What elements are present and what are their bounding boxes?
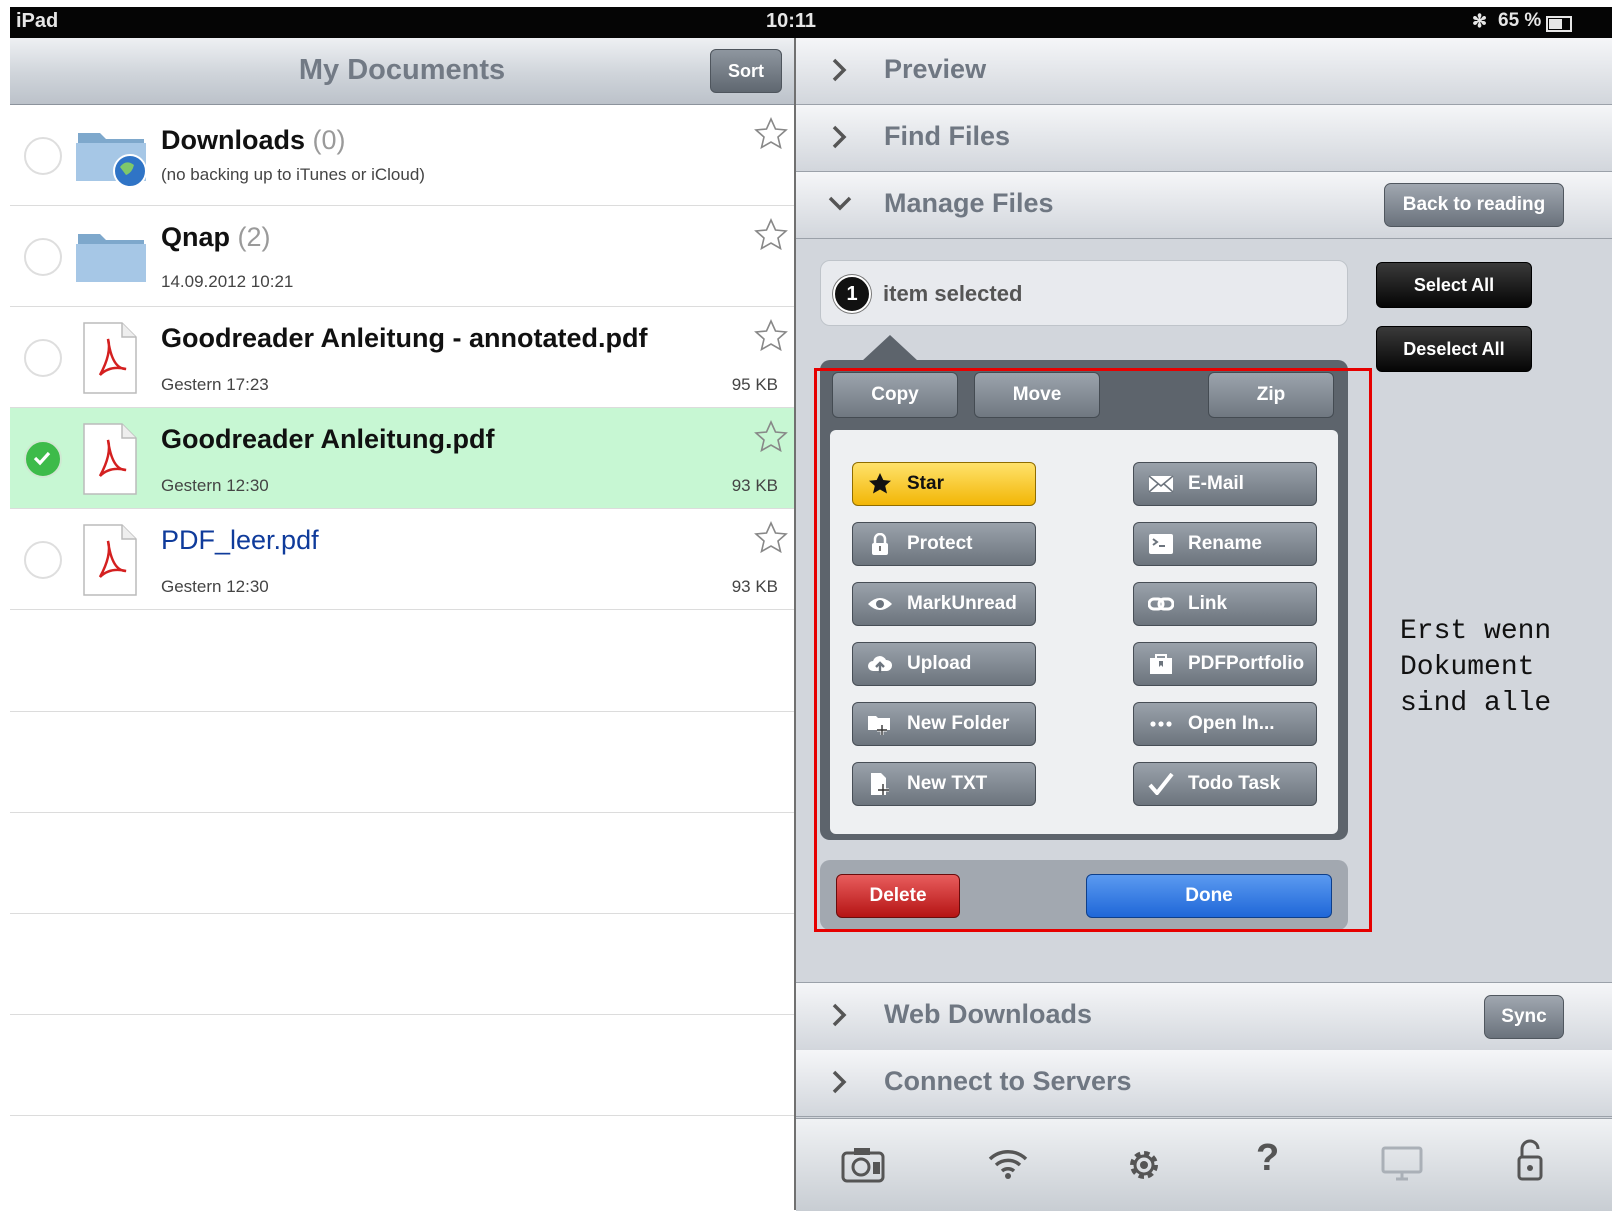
select-radio-checked[interactable] — [24, 440, 62, 478]
section-label: Web Downloads — [884, 999, 1093, 1029]
file-meta: Gestern 17:23 — [161, 375, 269, 394]
section-connect-servers[interactable]: Connect to Servers — [796, 1050, 1612, 1117]
file-meta: 14.09.2012 10:21 — [161, 272, 294, 291]
manage-pane: Preview Find Files Manage Files Back to … — [794, 38, 1612, 1211]
camera-icon[interactable] — [840, 1145, 886, 1183]
pdf-file-icon — [82, 523, 138, 602]
select-radio[interactable] — [24, 137, 62, 175]
file-meta: Gestern 12:30 — [161, 476, 269, 495]
file-list-header: My Documents Sort — [10, 38, 794, 105]
favorite-star-icon[interactable] — [754, 420, 788, 457]
select-all-button[interactable]: Select All — [1376, 262, 1532, 308]
battery-icon — [1546, 16, 1572, 32]
wifi-icon[interactable] — [986, 1145, 1030, 1181]
pdf-file-icon — [82, 321, 138, 400]
monitor-icon[interactable] — [1380, 1145, 1424, 1181]
chevron-right-icon — [832, 1070, 847, 1094]
file-name: Qnap (2) — [161, 222, 271, 252]
favorite-star-icon[interactable] — [754, 117, 788, 154]
highlight-frame — [814, 368, 1372, 932]
section-find-files[interactable]: Find Files — [796, 105, 1612, 172]
select-radio[interactable] — [24, 238, 62, 276]
list-divider — [10, 1014, 794, 1015]
file-size: 93 KB — [731, 577, 778, 596]
popover-arrow — [862, 335, 918, 361]
chevron-right-icon — [832, 58, 847, 82]
deselect-all-button[interactable]: Deselect All — [1376, 326, 1532, 372]
list-divider — [10, 711, 794, 712]
file-size: 95 KB — [731, 375, 778, 394]
file-meta: Gestern 12:30 — [161, 577, 269, 596]
list-divider — [10, 812, 794, 813]
favorite-star-icon[interactable] — [754, 521, 788, 558]
select-radio[interactable] — [24, 541, 62, 579]
file-name: Goodreader Anleitung.pdf — [161, 424, 495, 454]
selection-counter: 1 item selected — [820, 260, 1348, 326]
chevron-down-icon — [828, 196, 852, 211]
bottom-toolbar: ? — [796, 1118, 1612, 1211]
file-size: 93 KB — [731, 476, 778, 495]
help-icon[interactable]: ? — [1256, 1137, 1279, 1180]
file-name: Downloads (0) — [161, 125, 346, 155]
annotation-note: Erst wenn Dokument sind alle — [1400, 616, 1552, 719]
chevron-right-icon — [832, 1003, 847, 1027]
status-bar: iPad 10:11 ✻ 65 % — [10, 7, 1612, 38]
favorite-star-icon[interactable] — [754, 218, 788, 255]
lock-icon[interactable] — [1514, 1139, 1548, 1183]
sort-button[interactable]: Sort — [710, 49, 782, 93]
favorite-star-icon[interactable] — [754, 319, 788, 356]
folder-web-icon — [74, 123, 150, 194]
selected-count-badge: 1 — [833, 275, 871, 313]
list-divider — [10, 913, 794, 914]
section-label: Connect to Servers — [884, 1066, 1132, 1096]
section-label: Preview — [884, 54, 987, 84]
section-web-downloads[interactable]: Web Downloads Sync — [796, 982, 1612, 1052]
pdf-file-icon — [82, 422, 138, 501]
selected-text: item selected — [883, 281, 1023, 306]
section-preview[interactable]: Preview — [796, 38, 1612, 105]
file-row-pdf-annotated[interactable]: Goodreader Anleitung - annotated.pdf Ges… — [10, 307, 794, 408]
file-name: PDF_leer.pdf — [161, 525, 319, 555]
section-manage-files[interactable]: Manage Files Back to reading — [796, 172, 1612, 239]
file-name: Goodreader Anleitung - annotated.pdf — [161, 323, 648, 353]
clock: 10:11 — [766, 10, 817, 32]
carrier-label: iPad — [16, 10, 59, 32]
page-title: My Documents — [298, 54, 506, 86]
file-list-pane: My Documents Sort Downloads (0) (no back… — [10, 38, 794, 1210]
section-label: Manage Files — [884, 188, 1054, 218]
sync-button[interactable]: Sync — [1484, 995, 1564, 1039]
list-divider — [10, 1115, 794, 1116]
back-to-reading-button[interactable]: Back to reading — [1384, 183, 1564, 227]
file-row-pdf-leer[interactable]: PDF_leer.pdf Gestern 12:30 93 KB — [10, 509, 794, 610]
battery-percent: 65 % — [1498, 10, 1542, 31]
chevron-right-icon — [832, 125, 847, 149]
bluetooth-icon: ✻ — [1472, 11, 1488, 31]
gear-icon[interactable] — [1124, 1145, 1164, 1185]
section-label: Find Files — [884, 121, 1011, 151]
select-radio[interactable] — [24, 339, 62, 377]
folder-icon — [74, 224, 150, 295]
file-row-qnap[interactable]: Qnap (2) 14.09.2012 10:21 — [10, 206, 794, 307]
file-meta: (no backing up to iTunes or iCloud) — [161, 165, 425, 184]
file-row-pdf-selected[interactable]: Goodreader Anleitung.pdf Gestern 12:30 9… — [10, 408, 794, 509]
file-row-downloads[interactable]: Downloads (0) (no backing up to iTunes o… — [10, 105, 794, 206]
